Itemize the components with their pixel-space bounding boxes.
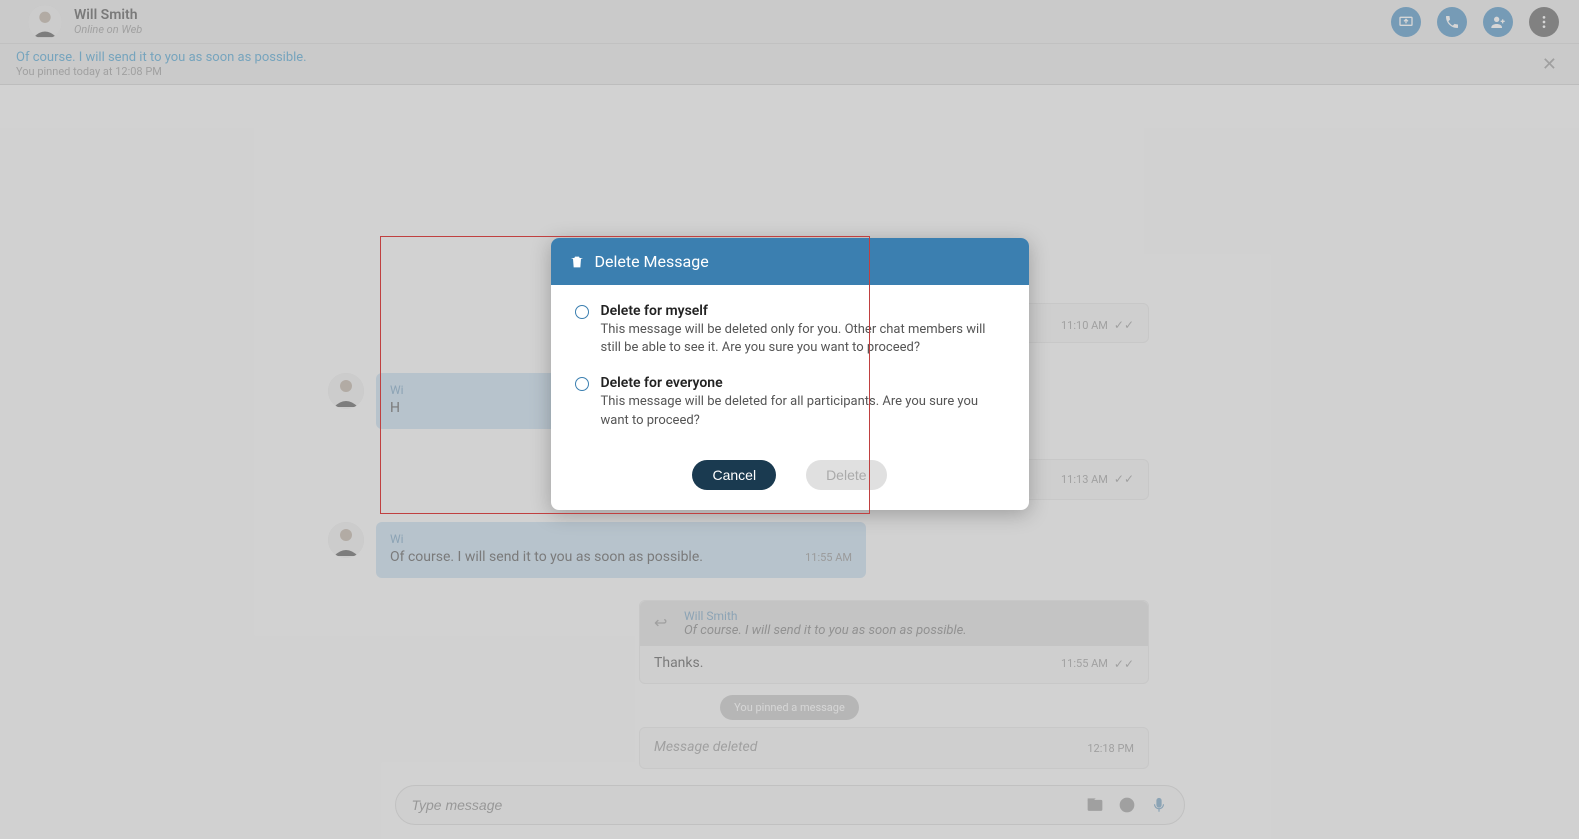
radio-button[interactable]	[575, 305, 589, 319]
radio-button[interactable]	[575, 377, 589, 391]
dialog-header: Delete Message	[551, 238, 1029, 285]
option-title: Delete for myself	[601, 303, 1005, 319]
delete-message-dialog: Delete Message Delete for myself This me…	[551, 238, 1029, 510]
delete-for-myself-option[interactable]: Delete for myself This message will be d…	[575, 303, 1005, 357]
dialog-title: Delete Message	[595, 252, 709, 271]
dialog-body: Delete for myself This message will be d…	[551, 285, 1029, 452]
cancel-button[interactable]: Cancel	[692, 460, 776, 490]
modal-overlay[interactable]: Delete Message Delete for myself This me…	[0, 0, 1579, 839]
option-description: This message will be deleted for all par…	[601, 393, 1005, 429]
option-description: This message will be deleted only for yo…	[601, 321, 1005, 357]
delete-button[interactable]: Delete	[806, 460, 886, 490]
delete-for-everyone-option[interactable]: Delete for everyone This message will be…	[575, 375, 1005, 429]
trash-icon	[569, 254, 585, 270]
dialog-footer: Cancel Delete	[551, 452, 1029, 510]
option-title: Delete for everyone	[601, 375, 1005, 391]
